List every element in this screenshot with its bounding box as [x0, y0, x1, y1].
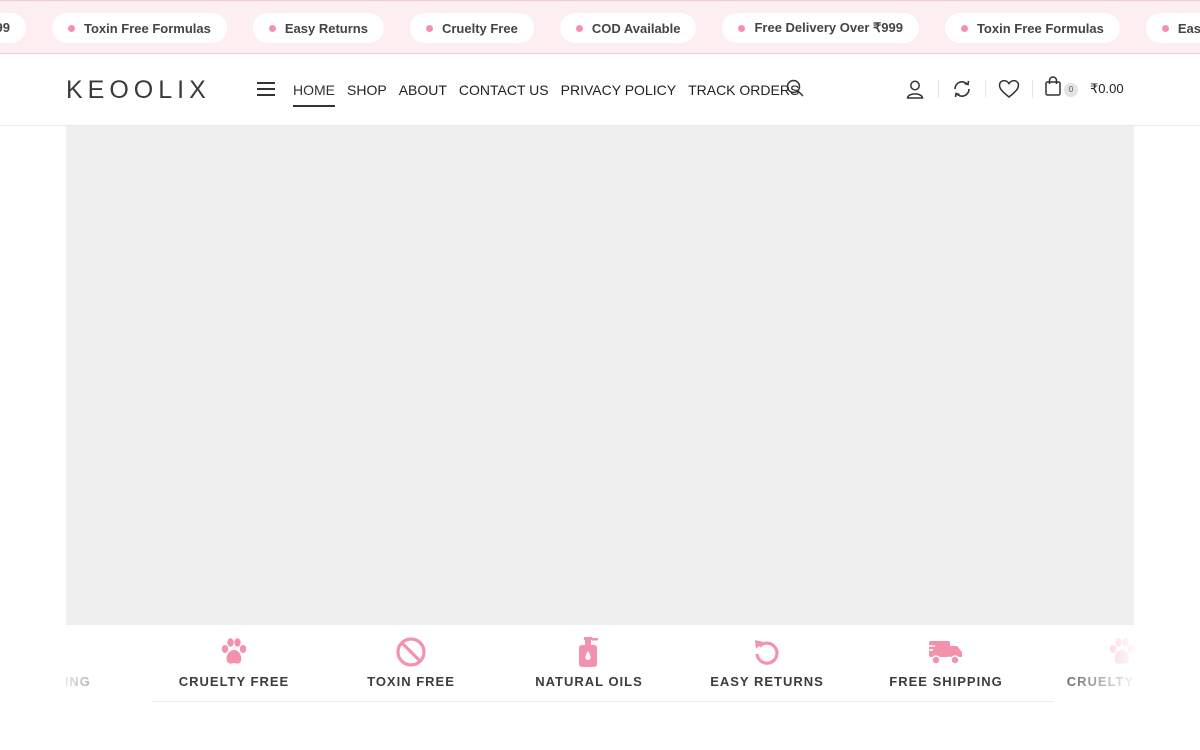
feature-label: FREE SHIPPING [889, 674, 1003, 689]
burger-line [257, 94, 275, 96]
divider [1032, 79, 1033, 98]
ticker-pill: Free Delivery Over ₹999 [722, 13, 919, 43]
divider [938, 79, 939, 98]
ticker-pill: ₹999 [0, 13, 26, 43]
cart-total: ₹0.00 [1090, 80, 1124, 96]
ticker-text: Toxin Free Formulas [83, 20, 211, 36]
pink-dot-icon [67, 24, 75, 32]
account-icon[interactable] [903, 77, 927, 101]
shopping-bag-icon [1044, 76, 1062, 101]
paw-icon [1042, 636, 1134, 668]
cart-count-badge: 0 [1064, 82, 1078, 97]
feature-item: CRUELTY FREE [1042, 636, 1134, 689]
truck-icon [66, 636, 114, 668]
feature-item: CRUELTY FREE [154, 636, 314, 689]
header-tools: 0 ₹0.00 [903, 76, 1124, 101]
nav-shop[interactable]: SHOP [347, 82, 387, 98]
divider [985, 79, 986, 98]
nav-contact-us[interactable]: CONTACT US [459, 82, 549, 98]
nav-about[interactable]: ABOUT [399, 82, 447, 98]
truck-icon [866, 636, 1026, 668]
divider [151, 701, 1054, 702]
feature-label: CRUELTY FREE [1066, 674, 1134, 689]
feature-label: CRUELTY FREE [178, 674, 290, 689]
feature-label: NATURAL OILS [535, 674, 643, 689]
ticker-text: Easy Returns [284, 20, 368, 36]
cart-button[interactable]: 0 ₹0.00 [1044, 76, 1124, 101]
ticker-pill: Cruelty Free [409, 13, 534, 43]
feature-item: EASY RETURNS [687, 636, 847, 689]
ticker-text: Free Delivery Over ₹999 [754, 20, 903, 35]
return-arrow-icon [687, 636, 847, 668]
feature-item: NATURAL OILS [509, 636, 669, 689]
nav-track-orders[interactable]: TRACK ORDERS [688, 82, 799, 98]
site-logo[interactable]: KEOOLIX [66, 76, 211, 105]
ticker-pill: Easy Returns [1145, 13, 1200, 43]
hamburger-menu-icon[interactable] [257, 82, 275, 96]
pink-dot-icon [268, 24, 276, 32]
nav-privacy-policy[interactable]: PRIVACY POLICY [561, 82, 676, 98]
features-strip: FREE SHIPPING CRUELTY FREE TOXIN FREE NA… [66, 626, 1134, 702]
prohibited-icon [331, 636, 491, 668]
oil-bottle-icon [509, 636, 669, 668]
pink-dot-icon [738, 24, 746, 32]
pink-dot-icon [575, 24, 583, 32]
search-icon[interactable] [786, 79, 804, 102]
compare-icon[interactable] [950, 77, 974, 101]
burger-line [257, 82, 275, 84]
ticker-text: Cruelty Free [441, 20, 518, 36]
announcement-ticker: ₹999 Toxin Free Formulas Easy Returns Cr… [0, 0, 1200, 54]
wishlist-heart-icon[interactable] [997, 77, 1021, 101]
burger-line [257, 88, 275, 90]
feature-label: FREE SHIPPING [66, 674, 91, 689]
feature-label: EASY RETURNS [710, 674, 824, 689]
ticker-track: ₹999 Toxin Free Formulas Easy Returns Cr… [0, 13, 1200, 43]
site-header: KEOOLIX HOME SHOP ABOUT CONTACT US PRIVA… [0, 54, 1200, 126]
ticker-pill: Easy Returns [252, 13, 384, 43]
nav-home[interactable]: HOME [293, 82, 335, 107]
hero-banner-placeholder [66, 126, 1134, 625]
pink-dot-icon [425, 24, 433, 32]
ticker-text: COD Available [591, 20, 681, 36]
pink-dot-icon [960, 24, 968, 32]
main-nav: HOME SHOP ABOUT CONTACT US PRIVACY POLIC… [293, 82, 799, 107]
feature-item: FREE SHIPPING [66, 636, 114, 689]
feature-label: TOXIN FREE [367, 674, 455, 689]
ticker-text: ₹999 [0, 20, 10, 35]
feature-item: FREE SHIPPING [866, 636, 1026, 689]
ticker-text: Toxin Free Formulas [976, 20, 1104, 36]
ticker-text: Easy Returns [1177, 20, 1200, 36]
ticker-pill: COD Available [559, 13, 697, 43]
ticker-pill: Toxin Free Formulas [51, 13, 227, 43]
ticker-pill: Toxin Free Formulas [944, 13, 1120, 43]
paw-icon [154, 636, 314, 668]
pink-dot-icon [1161, 24, 1169, 32]
feature-item: TOXIN FREE [331, 636, 491, 689]
